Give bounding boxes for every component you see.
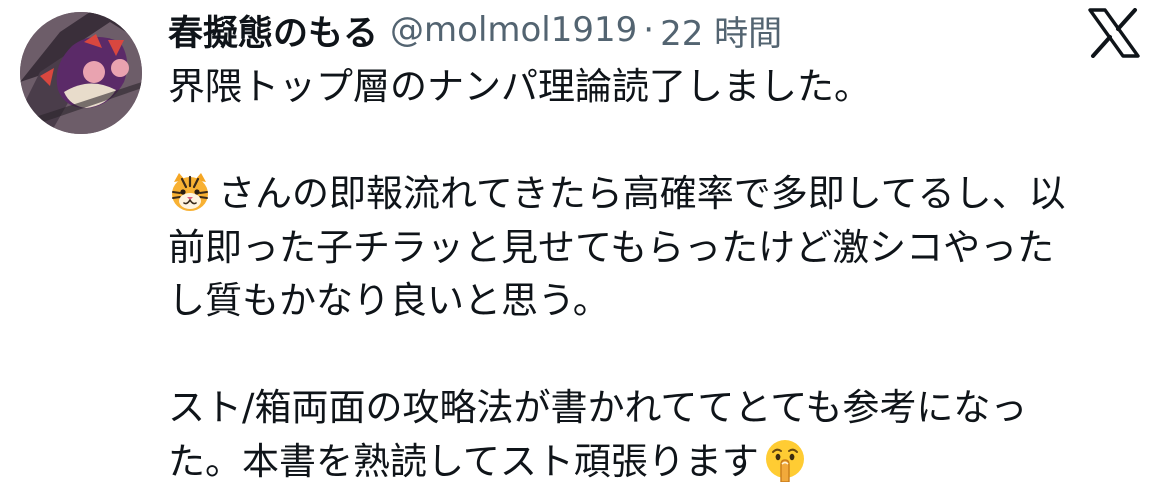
tweet-line: さんの即報流れてきたら高確率で多即してるし、以 <box>168 167 1143 221</box>
tweet-line: スト/箱両面の攻略法が書かれててとても参考になっ <box>168 386 1028 429</box>
tweet-line: し質もかなり良いと思う。 <box>168 279 610 322</box>
separator-dot: · <box>643 10 655 50</box>
avatar[interactable] <box>20 12 142 134</box>
tweet-line: 前即った子チラッと見せてもらったけど激シコやった <box>168 225 1055 269</box>
timestamp[interactable]: 22 時間 <box>660 6 782 55</box>
tweet-line: 界隈トップ層のナンパ理論読了しました。 <box>168 65 871 108</box>
display-name[interactable]: 春擬態のもる <box>168 5 378 56</box>
tweet-card: 春擬態のもる @molmol1919 · 22 時間 界隈トップ層のナンパ理論読… <box>0 0 1154 491</box>
user-handle[interactable]: @molmol1919 <box>390 10 637 50</box>
shushing-face-emoji-icon <box>763 438 807 483</box>
tweet-line: た。本書を熟読してスト頑張ります <box>168 435 1143 489</box>
avatar-image <box>20 12 142 134</box>
tweet-line-text: さんの即報流れてきたら高確率で多即してるし、以 <box>218 172 1066 215</box>
tweet-text: 界隈トップ層のナンパ理論読了しました。 さんの即報流れてきたら高確率で多即してる… <box>168 60 1143 488</box>
tweet-header: 春擬態のもる @molmol1919 · 22 時間 <box>168 4 782 56</box>
tweet-line-text: た。本書を熟読してスト頑張ります <box>168 439 759 483</box>
x-logo-icon[interactable] <box>1088 8 1140 58</box>
tiger-face-emoji-icon <box>168 170 212 214</box>
